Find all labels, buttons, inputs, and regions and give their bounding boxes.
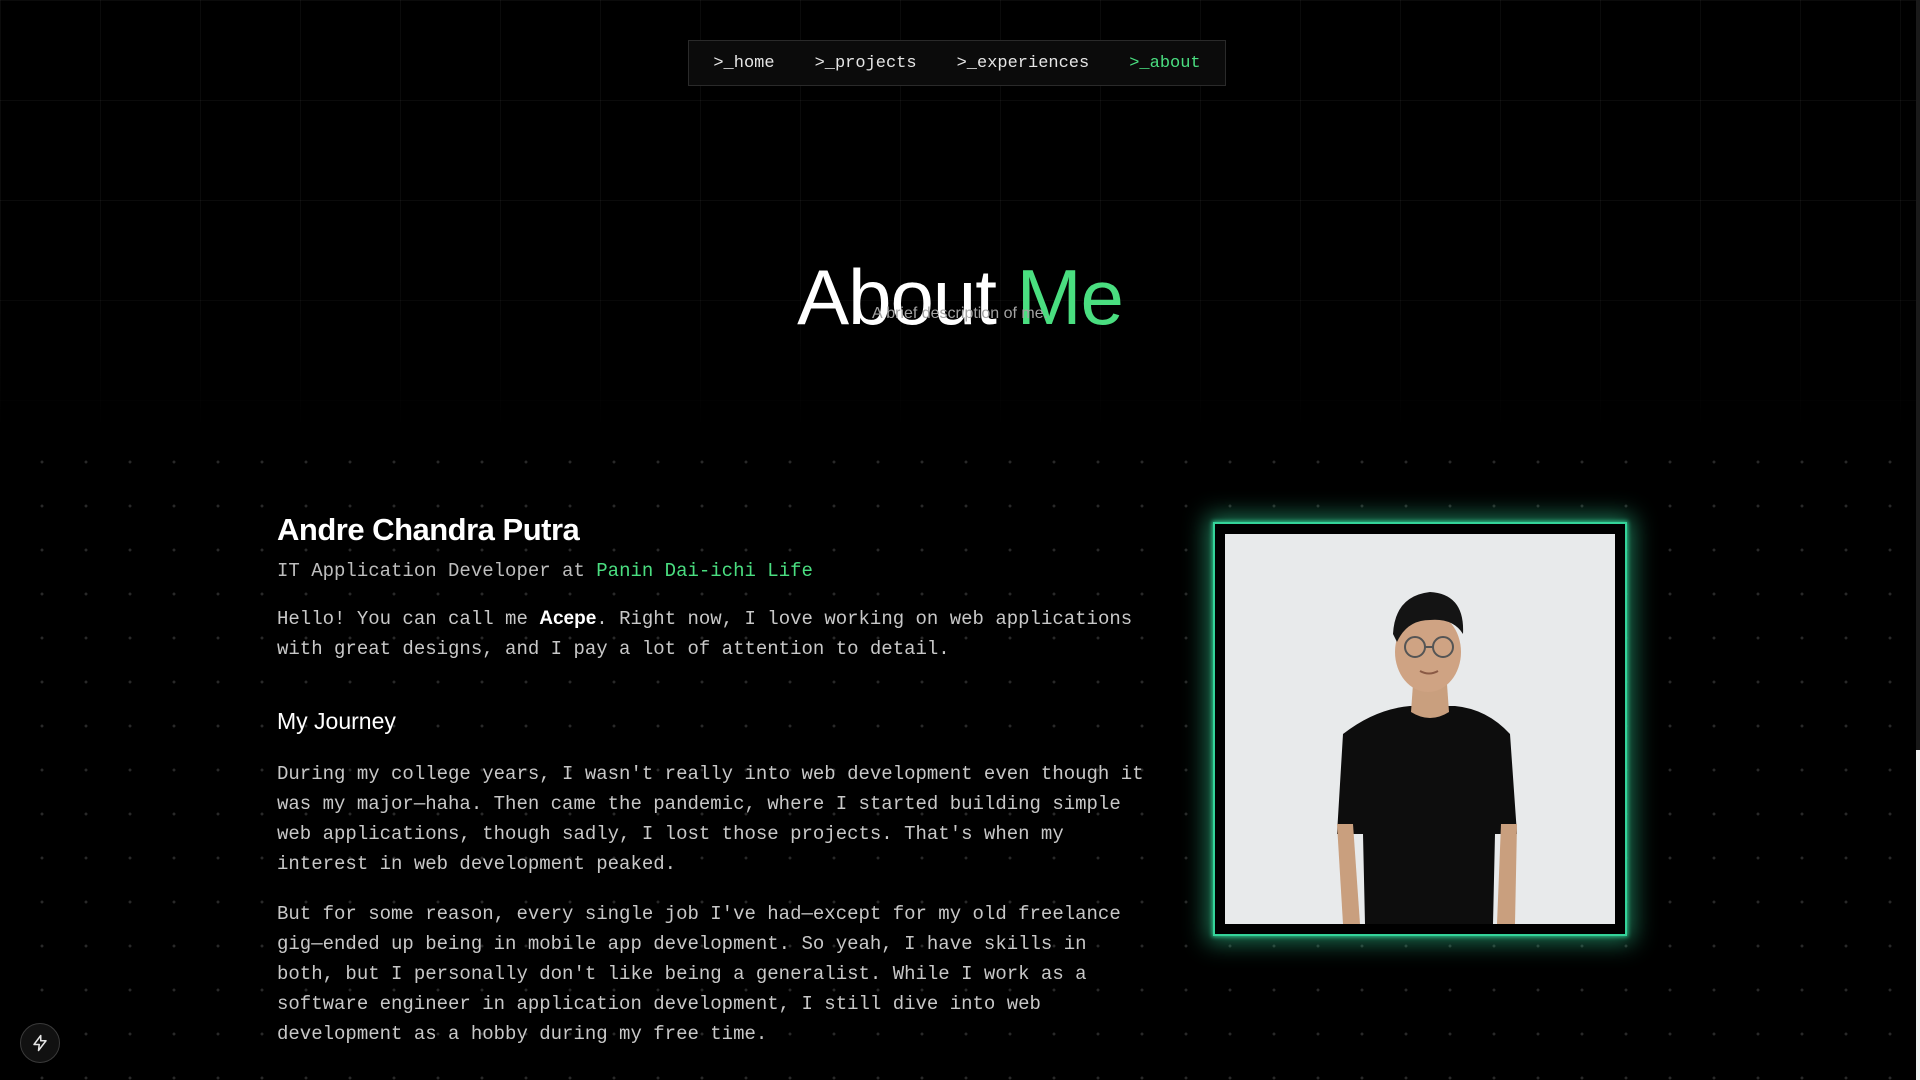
profile-role: IT Application Developer at Panin Dai-ic…: [277, 560, 1147, 582]
bolt-glyph: [33, 1034, 47, 1052]
nav-home[interactable]: >_home: [713, 54, 774, 73]
journey-paragraph-1: During my college years, I wasn't really…: [277, 763, 1144, 875]
about-content: Andre Chandra Putra IT Application Devel…: [277, 512, 1147, 1049]
intro-paragraph: Hello! You can call me Acepe. Right now,…: [277, 604, 1147, 664]
nickname: Acepe: [539, 608, 597, 629]
profile-photo-frame: [1213, 522, 1627, 936]
profile-photo: [1225, 534, 1615, 924]
role-prefix: IT Application Developer at: [277, 560, 585, 582]
about-page: >_home >_projects >_experiences >_about …: [0, 0, 1920, 1080]
intro-before: Hello! You can call me: [277, 608, 540, 630]
journey-heading: My Journey: [277, 708, 396, 734]
nav-experiences[interactable]: >_experiences: [957, 54, 1090, 73]
profile-photo-illustration: [1225, 534, 1615, 924]
title-accent: Me: [1016, 253, 1124, 342]
scrollbar-thumb[interactable]: [1916, 750, 1920, 1080]
scrollbar-track[interactable]: [1916, 0, 1920, 750]
profile-name: Andre Chandra Putra: [277, 512, 580, 547]
lightning-bolt-icon[interactable]: [20, 1023, 60, 1063]
nav-about[interactable]: >_about: [1129, 54, 1200, 73]
company-name: Panin Dai-ichi Life: [596, 560, 813, 582]
page-subtitle: A brief description of me.: [871, 305, 1049, 322]
page-title: About Me: [0, 252, 1920, 343]
nav-projects[interactable]: >_projects: [815, 54, 917, 73]
journey-paragraph-2: But for some reason, every single job I'…: [277, 903, 1121, 1045]
title-main: About: [797, 253, 997, 342]
top-nav: >_home >_projects >_experiences >_about: [688, 40, 1226, 86]
